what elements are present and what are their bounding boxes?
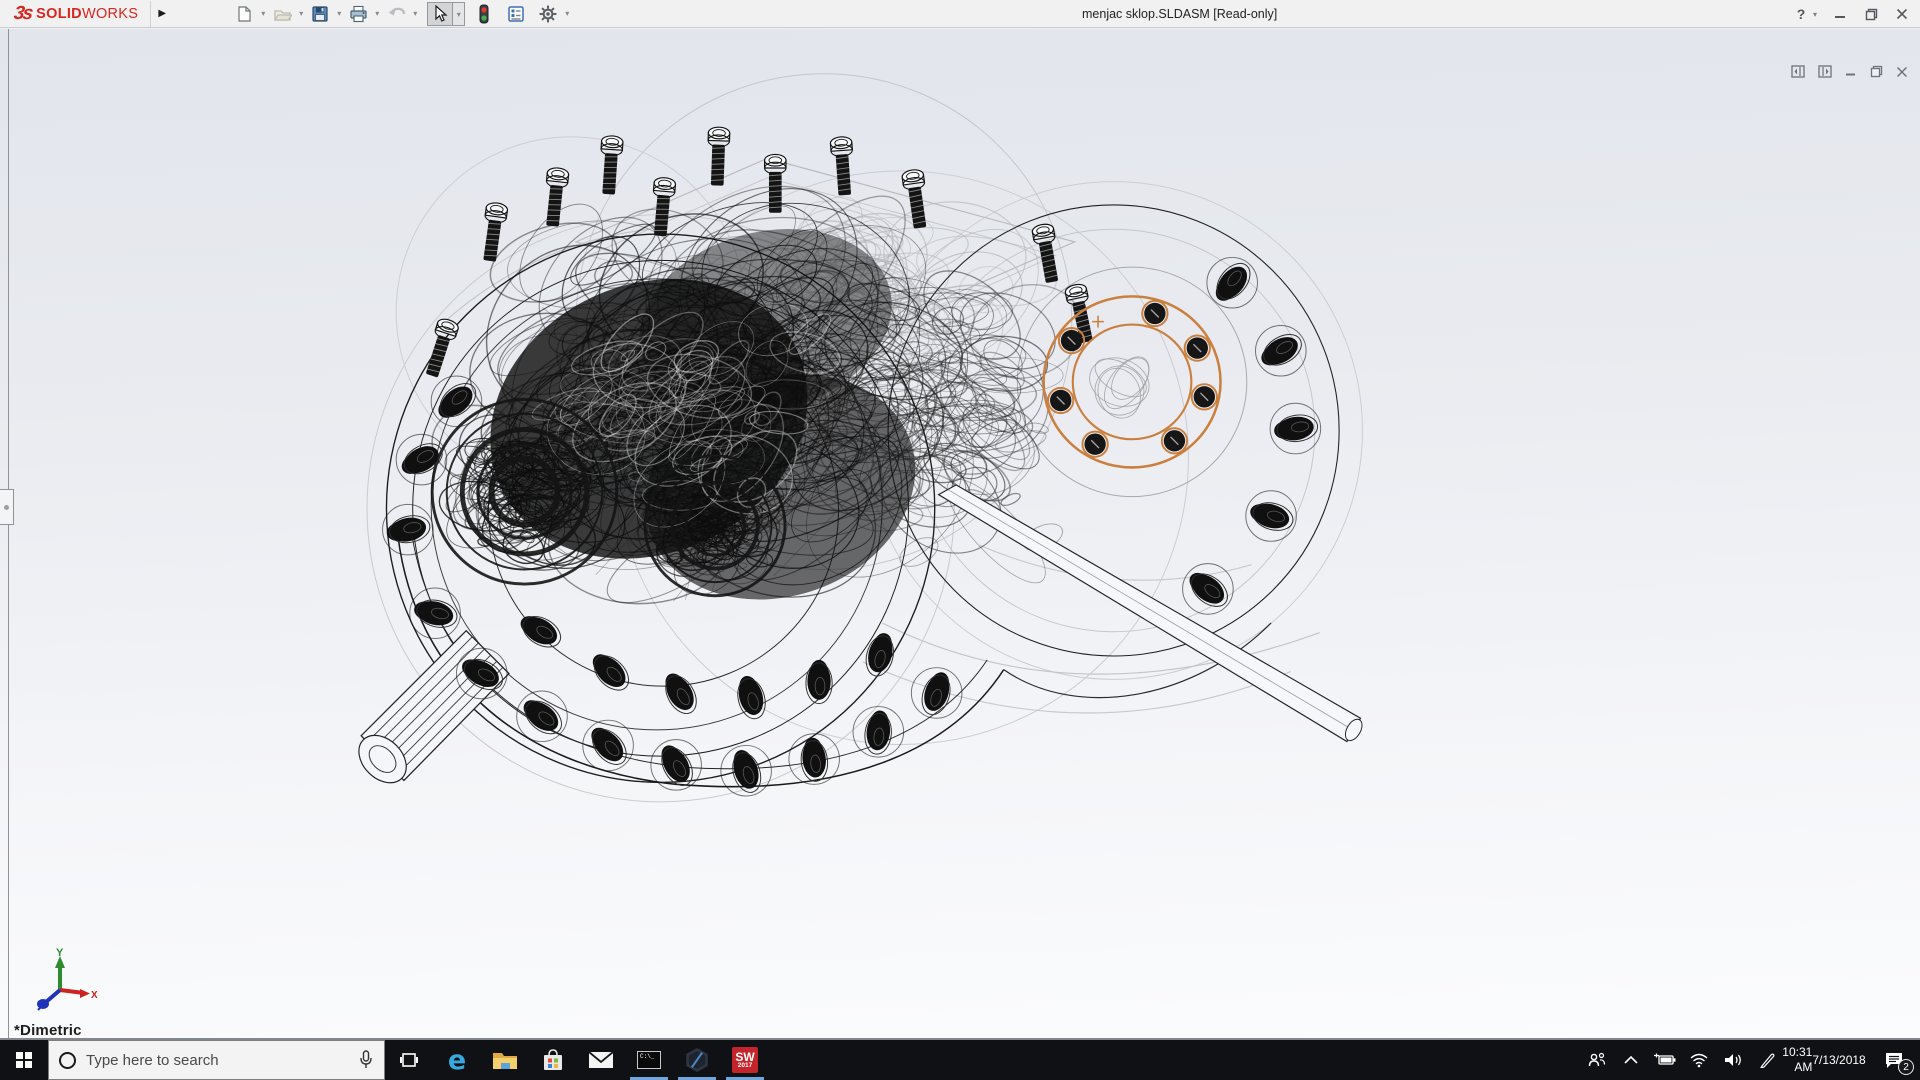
pane-left-icon[interactable] — [1791, 65, 1805, 78]
people-icon — [1587, 1051, 1607, 1069]
action-center-button[interactable]: 2 — [1868, 1040, 1920, 1080]
select-button[interactable] — [427, 2, 453, 26]
options-button[interactable] — [535, 2, 561, 26]
print-icon — [349, 5, 368, 23]
taskbar-app-hex[interactable] — [673, 1040, 721, 1080]
graphics-viewport[interactable]: Y X *Dimetric — [0, 29, 1920, 1040]
options-gear-icon — [538, 4, 558, 24]
ds-logo-mark: 3s — [12, 3, 32, 25]
start-button[interactable] — [0, 1040, 48, 1080]
task-view-icon — [399, 1051, 419, 1069]
options-dropdown-icon[interactable]: ▾ — [561, 9, 573, 18]
taskbar-app-store[interactable] — [529, 1040, 577, 1080]
search-input[interactable] — [76, 1052, 358, 1069]
network-status[interactable] — [1682, 1040, 1716, 1080]
save-dropdown-icon[interactable]: ▾ — [333, 9, 345, 18]
document-window-controls — [1791, 65, 1908, 78]
wifi-icon — [1689, 1052, 1709, 1068]
taskbar-app-mail[interactable] — [577, 1040, 625, 1080]
file-properties-icon — [507, 5, 525, 23]
save-button[interactable] — [307, 2, 333, 26]
taskbar-app-edge[interactable]: e — [433, 1040, 481, 1080]
taskbar-app-solidworks[interactable]: SW 2017 — [721, 1040, 769, 1080]
undo-dropdown-icon[interactable]: ▾ — [409, 9, 421, 18]
battery-status[interactable] — [1648, 1040, 1682, 1080]
document-title: menjac sklop.SLDASM [Read-only] — [1082, 7, 1277, 21]
print-button[interactable] — [345, 2, 371, 26]
rebuild-traffic-light-icon — [478, 4, 490, 24]
doc-minimize-button[interactable] — [1845, 66, 1857, 78]
store-icon — [542, 1049, 564, 1071]
window-controls: ? ▾ — [1793, 0, 1910, 28]
doc-close-button[interactable] — [1896, 66, 1908, 78]
command-prompt-icon: C:\_ — [637, 1051, 661, 1069]
chevron-up-icon — [1623, 1054, 1639, 1066]
undo-icon — [387, 5, 406, 23]
viewport-border — [8, 29, 9, 1040]
taskbar-app-file-explorer[interactable] — [481, 1040, 529, 1080]
edge-icon: e — [448, 1047, 466, 1074]
cortana-icon[interactable] — [59, 1052, 76, 1069]
help-dropdown-icon[interactable]: ▾ — [1813, 10, 1817, 19]
task-view-button[interactable] — [385, 1040, 433, 1080]
system-tray: 10:31 AM 7/13/2018 2 — [1580, 1040, 1920, 1080]
toolbar-flyout-arrow-icon[interactable]: ▶ — [151, 8, 173, 19]
restore-button[interactable] — [1863, 6, 1879, 22]
doc-restore-button[interactable] — [1870, 65, 1883, 78]
battery-charging-icon — [1653, 1052, 1677, 1068]
title-bar: 3s SOLIDWORKS ▶ ▾ ▾ — [0, 0, 1920, 28]
select-cursor-icon — [432, 5, 448, 23]
pane-right-icon[interactable] — [1818, 65, 1832, 78]
taskbar: e C:\_ — [0, 1040, 1920, 1080]
save-icon — [311, 5, 329, 23]
triad-x-label: X — [91, 990, 98, 1001]
notification-badge: 2 — [1898, 1059, 1914, 1075]
taskbar-search[interactable] — [48, 1040, 385, 1080]
help-button[interactable]: ? — [1793, 6, 1809, 22]
minimize-button[interactable] — [1832, 6, 1848, 22]
file-explorer-icon — [492, 1049, 518, 1071]
clock[interactable]: 10:31 AM 7/13/2018 — [1784, 1040, 1868, 1080]
feature-manager-collapsed-tab[interactable] — [0, 489, 14, 525]
rebuild-button[interactable] — [471, 2, 497, 26]
mail-icon — [588, 1051, 614, 1069]
new-document-button[interactable] — [231, 2, 257, 26]
solidworks-app-icon: SW 2017 — [732, 1047, 758, 1073]
windows-logo-icon — [16, 1052, 32, 1068]
solidworks-logo: 3s SOLIDWORKS — [0, 0, 150, 27]
quick-access-toolbar: ▾ ▾ ▾ — [213, 0, 573, 27]
open-button[interactable] — [269, 2, 295, 26]
view-orientation-label: *Dimetric — [14, 1022, 82, 1039]
open-icon — [273, 5, 292, 23]
select-dropdown-icon[interactable]: ▾ — [453, 2, 465, 26]
people-button[interactable] — [1580, 1040, 1614, 1080]
orientation-triad: Y X — [22, 944, 100, 1022]
taskbar-app-command-prompt[interactable]: C:\_ — [625, 1040, 673, 1080]
model-canvas[interactable] — [0, 29, 1920, 1040]
tray-time: 10:31 AM — [1782, 1045, 1812, 1075]
pen-icon — [1758, 1052, 1776, 1068]
close-button[interactable] — [1894, 6, 1910, 22]
tray-date: 7/13/2018 — [1812, 1053, 1865, 1068]
undo-button[interactable] — [383, 2, 409, 26]
new-dropdown-icon[interactable]: ▾ — [257, 9, 269, 18]
microphone-icon[interactable] — [358, 1050, 374, 1070]
volume-status[interactable] — [1716, 1040, 1750, 1080]
open-dropdown-icon[interactable]: ▾ — [295, 9, 307, 18]
file-properties-button[interactable] — [503, 2, 529, 26]
show-hidden-icons-button[interactable] — [1614, 1040, 1648, 1080]
hex-app-icon — [685, 1048, 709, 1072]
print-dropdown-icon[interactable]: ▾ — [371, 9, 383, 18]
speaker-icon — [1723, 1052, 1743, 1068]
new-document-icon — [235, 5, 253, 23]
desktop: 3s SOLIDWORKS ▶ ▾ ▾ — [0, 0, 1920, 1080]
windows-ink-button[interactable] — [1750, 1040, 1784, 1080]
